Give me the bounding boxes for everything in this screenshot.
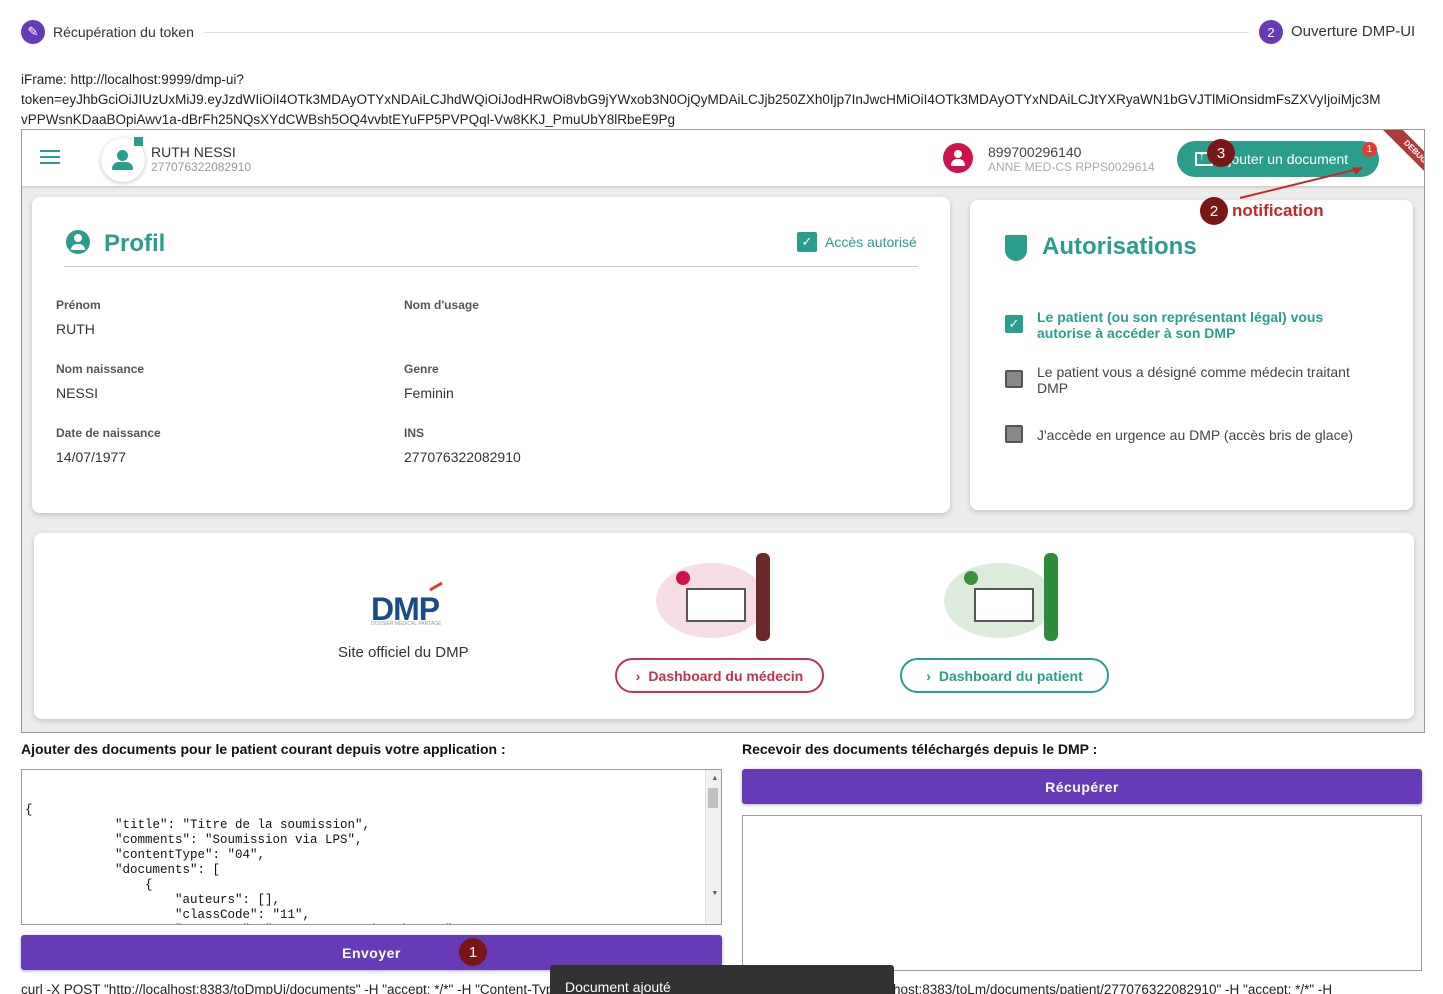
naissance-value: NESSI: [56, 385, 99, 401]
doctor-rpps: ANNE MED-CS RPPS0029614: [988, 160, 1155, 174]
add-docs-title: Ajouter des documents pour le patient co…: [21, 741, 506, 757]
profil-divider: [64, 266, 918, 267]
json-input-textarea[interactable]: { "title": "Titre de la soumission", "co…: [21, 769, 722, 925]
dmp-logo-subtitle: DOSSIER MÉDICAL PARTAGÉ: [371, 621, 442, 627]
json-scrollbar[interactable]: ▲ ▼: [705, 770, 721, 924]
dashboard-patient-label: Dashboard du patient: [938, 667, 1083, 684]
ins-label: INS: [404, 426, 425, 440]
stepper: ✎ Récupération du token 2 Ouverture DMP-…: [21, 20, 1423, 44]
access-label: Accès autorisé: [825, 234, 917, 250]
step1-label: Récupération du token: [53, 24, 194, 40]
dashboard-medecin-button[interactable]: › Dashboard du médecin: [615, 658, 824, 693]
account-circle-icon: [66, 230, 90, 254]
date-label: Date de naissance: [56, 426, 161, 440]
autorisations-card: Autorisations ✓ Le patient (ou son repré…: [970, 200, 1413, 510]
profil-title: Profil: [104, 230, 166, 257]
fetch-label: Récupérer: [1045, 778, 1119, 795]
dmp-check-icon: ✓: [797, 232, 817, 252]
prenom-value: RUTH: [56, 321, 95, 337]
annotation-1: 1: [459, 938, 487, 966]
checkbox-autorise[interactable]: ✓: [1005, 315, 1023, 333]
notification-badge: 1: [1362, 142, 1377, 157]
page-root: ✎ Récupération du token 2 Ouverture DMP-…: [0, 0, 1443, 994]
patient-id: 277076322082910: [151, 160, 252, 174]
recv-docs-title: Recevoir des documents téléchargés depui…: [742, 741, 1098, 757]
usage-label: Nom d'usage: [404, 298, 479, 312]
annotation-2-text: notification: [1232, 201, 1324, 220]
checkbox-medecin-traitant[interactable]: [1005, 370, 1023, 388]
step1-edit-icon: ✎: [21, 20, 45, 44]
iframe-url-text: iFrame: http://localhost:9999/dmp-ui? to…: [21, 70, 1441, 130]
autorisations-title: Autorisations: [1042, 233, 1197, 260]
auth-label-autorise: Le patient (ou son représentant légal) v…: [1037, 309, 1324, 341]
dmp-site-label: Site officiel du DMP: [338, 644, 469, 661]
step2-label: Ouverture DMP-UI: [1291, 23, 1416, 40]
chevron-right-icon: ›: [926, 667, 931, 684]
hamburger-menu-icon[interactable]: [40, 150, 60, 166]
send-label: Envoyer: [342, 944, 401, 961]
genre-value: Feminin: [404, 385, 454, 401]
chevron-right-icon: ›: [635, 667, 641, 684]
iframe-line2: token=eyJhbGciOiJIUzUxMiJ9.eyJzdWIiOiI4O…: [21, 92, 1381, 107]
received-docs-textarea[interactable]: [742, 815, 1422, 971]
naissance-label: Nom naissance: [56, 362, 145, 376]
patient-avatar: [101, 136, 145, 182]
iframe-line1: iFrame: http://localhost:9999/dmp-ui?: [21, 72, 244, 87]
curl-command-send: curl -X POST "http://localhost:8383/toDm…: [21, 982, 581, 994]
curl-command-fetch: host:8383/toLm/documents/patient/2770763…: [893, 982, 1333, 994]
toast-notification: Document ajouté: [550, 965, 894, 994]
checkbox-bris-de-glace[interactable]: [1005, 425, 1023, 443]
patient-name: RUTH NESSI: [151, 144, 236, 160]
access-status: ✓ Accès autorisé: [797, 232, 917, 252]
dashboard-patient-button[interactable]: › Dashboard du patient: [900, 658, 1109, 693]
shield-icon: [1005, 235, 1027, 261]
links-card: DMP DOSSIER MÉDICAL PARTAGÉ Site officie…: [34, 533, 1414, 719]
medecin-illustration: [656, 553, 786, 643]
dmp-badge-icon: [133, 136, 144, 147]
ins-value: 277076322082910: [404, 449, 521, 465]
json-content: { "title": "Titre de la soumission", "co…: [25, 803, 460, 924]
iframe-line3: vPPWsnKDaaBOpiAwv1a-dBrFh25NQsXYdCWBsh5O…: [21, 112, 676, 127]
annotation-2: 2: [1200, 197, 1228, 225]
auth-label-medecin-traitant: Le patient vous a désigné comme médecin …: [1037, 364, 1350, 396]
patient-illustration: [944, 553, 1074, 643]
step2-number: 2: [1259, 20, 1283, 44]
doctor-number: 899700296140: [988, 144, 1082, 160]
doctor-avatar-icon: [943, 143, 973, 173]
debug-ribbon: DEBUG: [1381, 130, 1424, 186]
auth-label-bris-de-glace: J'accède en urgence au DMP (accès bris d…: [1037, 427, 1354, 443]
prenom-label: Prénom: [56, 298, 101, 312]
annotation-arrow: [1239, 167, 1363, 199]
profil-card: Profil ✓ Accès autorisé Prénom RUTH Nom …: [32, 197, 950, 513]
stepper-line: [204, 32, 1249, 33]
date-value: 14/07/1977: [56, 449, 127, 465]
genre-label: Genre: [404, 362, 439, 376]
dashboard-medecin-label: Dashboard du médecin: [648, 667, 804, 684]
fetch-button[interactable]: Récupérer: [742, 769, 1422, 804]
